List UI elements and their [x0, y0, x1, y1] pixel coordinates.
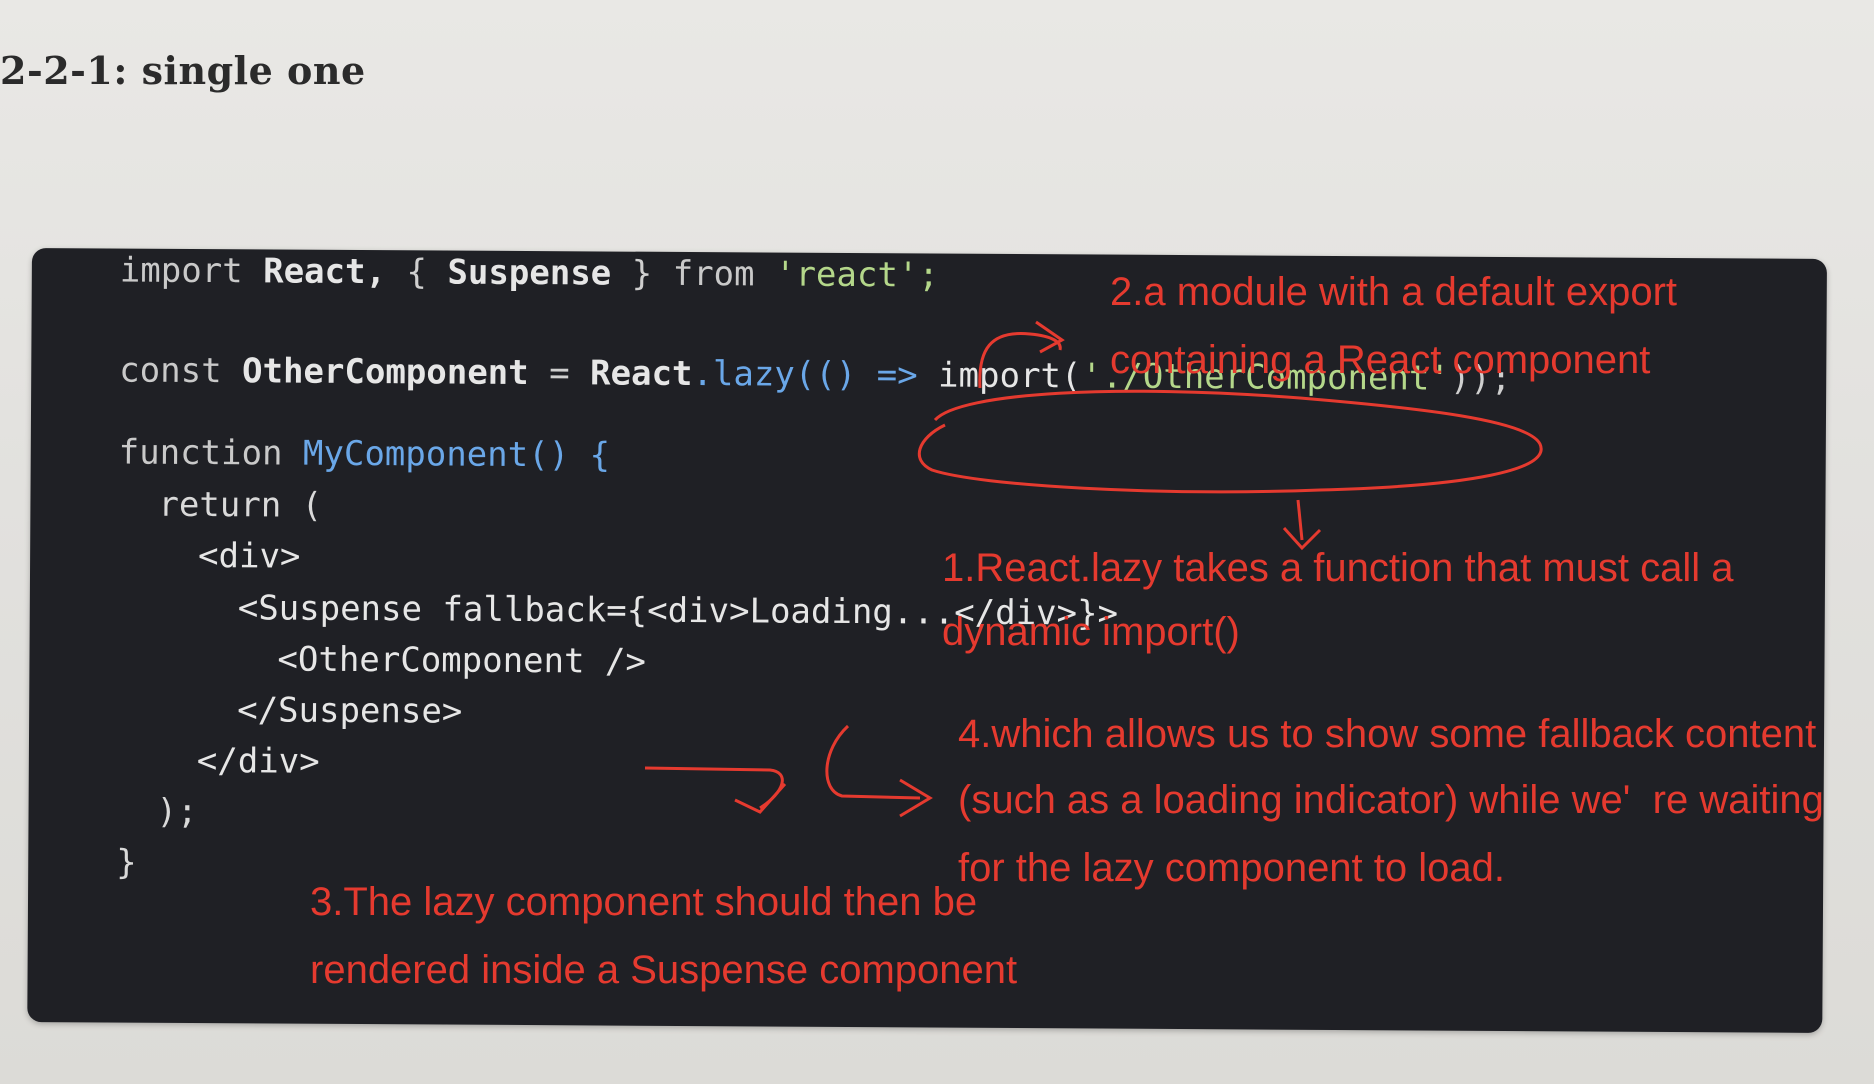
annotation-4-line-1: 4.which allows us to show some fallback … — [958, 712, 1817, 756]
annotation-4-line-3: for the lazy component to load. — [958, 846, 1505, 890]
code-line-return: return ( — [158, 484, 323, 526]
section-heading: 2-2-1: single one — [0, 48, 366, 93]
annotation-1-line-1: 1.React.lazy takes a function that must … — [942, 546, 1734, 590]
operator-equals: = — [549, 353, 570, 394]
brace-open: { — [406, 252, 428, 293]
code-line-div-close: </div> — [196, 741, 320, 782]
keyword-import: import — [119, 250, 243, 292]
method-lazy: .lazy(() => — [692, 354, 918, 396]
annotation-4-line-2: (such as a loading indicator) while we' … — [958, 778, 1824, 822]
code-line-other-component: <OtherComponent /> — [277, 639, 647, 682]
code-line-suspense-close: </Suspense> — [237, 690, 463, 732]
annotation-3-line-1: 3.The lazy component should then be — [310, 880, 978, 924]
annotation-3-line-2: rendered inside a Suspense component — [310, 948, 1018, 992]
annotation-1-line-2: dynamic import() — [942, 610, 1240, 654]
identifier-other-component: OtherComponent — [241, 351, 529, 394]
annotation-2-line-1: 2.a module with a default export — [1110, 270, 1678, 314]
function-name: MyComponent() { — [302, 433, 611, 476]
code-line-function: function MyComponent() { — [119, 433, 611, 476]
annotation-2-line-2: containing a React component — [1110, 338, 1651, 382]
code-line-brace-close: } — [116, 842, 137, 883]
keyword-dynamic-import: import( — [938, 355, 1082, 397]
string-react: 'react'; — [774, 254, 939, 296]
identifier-react-call: React — [589, 353, 693, 395]
code-line-import: import React, { Suspense } from 'react'; — [120, 251, 939, 296]
keyword-function: function — [118, 432, 283, 474]
identifier-suspense: Suspense — [447, 252, 612, 294]
brace-close: } — [631, 253, 653, 294]
keyword-const: const — [119, 350, 222, 392]
code-line-paren-close: ); — [156, 791, 198, 833]
keyword-from: from — [672, 253, 755, 295]
identifier-react: React, — [263, 251, 387, 293]
code-line-div-open: <div> — [197, 536, 301, 577]
